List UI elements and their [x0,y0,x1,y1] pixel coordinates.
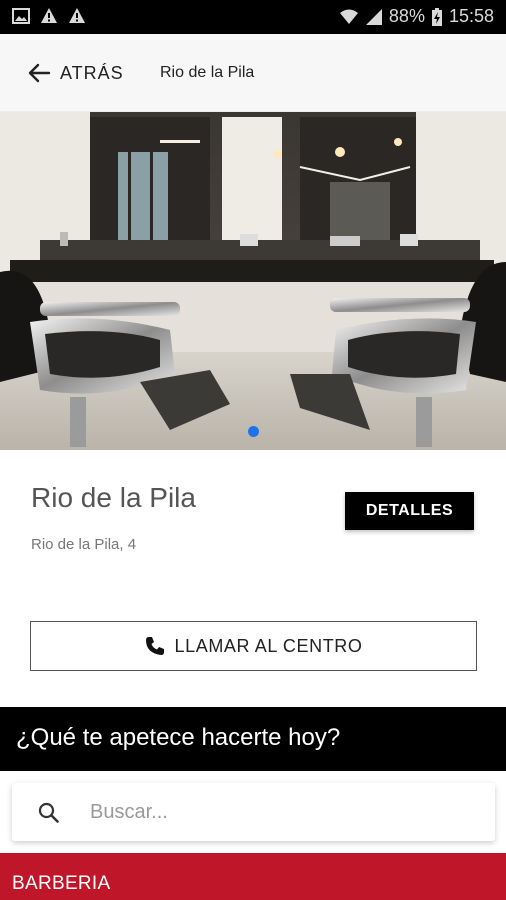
back-label: ATRÁS [60,62,124,83]
category-barberia[interactable]: BARBERIA [0,853,506,900]
wifi-icon [339,9,358,24]
status-bar: 88% 15:58 [0,0,506,34]
warning-icon [69,8,85,23]
battery-charging-icon [431,7,442,26]
question-banner: ¿Qué te apetece hacerte hoy? [0,707,506,771]
back-button[interactable]: ATRÁS [26,60,124,86]
search-icon [38,802,59,823]
signal-icon [365,8,382,25]
call-center-label: LLAMAR AL CENTRO [174,635,363,656]
hero-image-carousel[interactable] [0,112,506,450]
phone-icon [145,637,164,655]
arrow-back-icon [28,63,51,83]
warning-icon [41,8,57,23]
status-right: 88% 15:58 [339,6,494,27]
barbershop-photo [0,112,506,450]
carousel-indicator-dot[interactable] [248,426,259,437]
call-center-button[interactable]: LLAMAR AL CENTRO [30,621,477,671]
details-button[interactable]: DETALLES [345,492,474,530]
category-label: BARBERIA [12,873,111,894]
image-icon [12,8,30,24]
battery-percent: 88% [388,6,425,26]
page-title: Rio de la Pila [160,64,255,81]
store-name: Rio de la Pila [31,482,196,513]
question-heading: ¿Qué te apetece hacerte hoy? [16,724,341,751]
app-bar: ATRÁS Rio de la Pila [0,34,506,112]
search-box [12,783,495,841]
clock: 15:58 [448,6,494,26]
search-input[interactable] [90,795,470,829]
store-address: Rio de la Pila, 4 [31,536,137,553]
status-left-icons [12,7,86,25]
